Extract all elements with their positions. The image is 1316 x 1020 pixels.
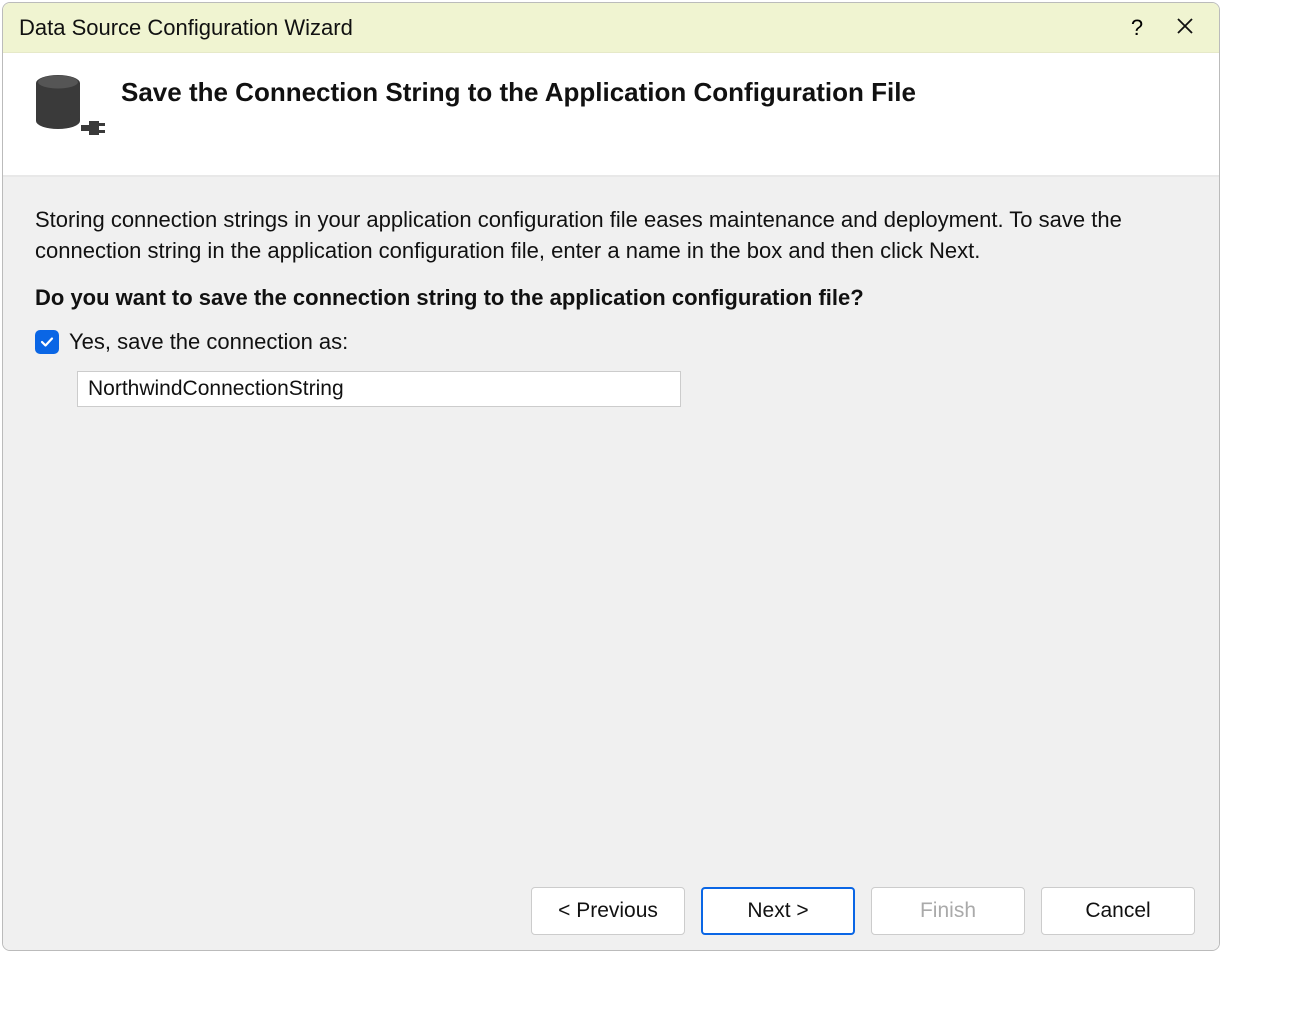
button-bar: < Previous Next > Finish Cancel: [3, 872, 1219, 950]
data-source-wizard-window: Data Source Configuration Wizard ? Save …: [2, 2, 1220, 951]
database-plug-icon: [31, 73, 121, 145]
help-icon: ?: [1131, 15, 1143, 41]
cancel-button[interactable]: Cancel: [1041, 887, 1195, 935]
save-connection-checkbox[interactable]: [35, 330, 59, 354]
checkmark-icon: [39, 334, 55, 350]
help-button[interactable]: ?: [1113, 4, 1161, 52]
question-text: Do you want to save the connection strin…: [35, 285, 1187, 311]
close-button[interactable]: [1161, 4, 1209, 52]
connection-name-input[interactable]: [77, 371, 681, 407]
save-connection-label: Yes, save the connection as:: [69, 329, 348, 355]
window-title: Data Source Configuration Wizard: [19, 15, 1113, 41]
content-area: Storing connection strings in your appli…: [3, 176, 1219, 872]
finish-button: Finish: [871, 887, 1025, 935]
save-connection-checkbox-row: Yes, save the connection as:: [35, 329, 1187, 355]
previous-button[interactable]: < Previous: [531, 887, 685, 935]
page-title: Save the Connection String to the Applic…: [121, 73, 916, 108]
title-bar: Data Source Configuration Wizard ?: [3, 3, 1219, 53]
header-banner: Save the Connection String to the Applic…: [3, 53, 1219, 176]
next-button[interactable]: Next >: [701, 887, 855, 935]
close-icon: [1176, 15, 1194, 41]
description-text: Storing connection strings in your appli…: [35, 205, 1187, 267]
